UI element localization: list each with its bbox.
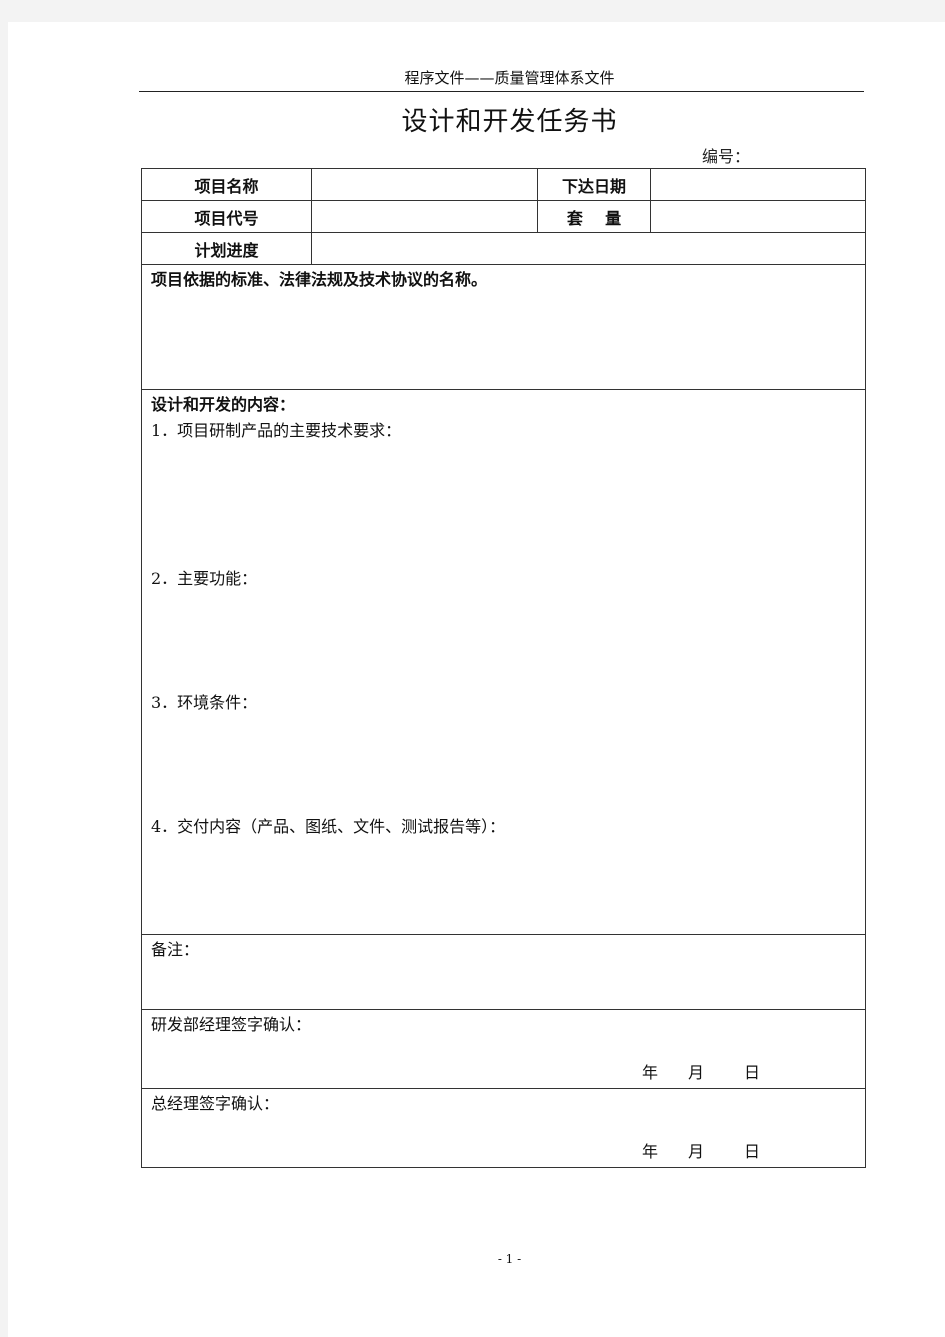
project-name-label: 项目名称 <box>141 168 312 201</box>
project-name-cell[interactable] <box>311 168 538 201</box>
row-project-code: 项目代号 套 量 <box>141 200 866 233</box>
content-item-environment: 3．环境条件： <box>151 693 258 712</box>
date-month-label: 月 <box>687 1142 704 1161</box>
project-name-input[interactable] <box>312 171 537 188</box>
rd-manager-sign-label: 研发部经理签字确认： <box>151 1015 312 1034</box>
quantity-input[interactable] <box>651 203 865 220</box>
schedule-label: 计划进度 <box>141 232 312 265</box>
row-schedule: 计划进度 <box>141 232 866 265</box>
date-month-label: 月 <box>687 1063 704 1082</box>
remarks-label: 备注： <box>151 940 200 959</box>
row-project-name: 项目名称 下达日期 <box>141 168 866 201</box>
page-number: - 1 - <box>497 1252 522 1266</box>
content-heading: 设计和开发的内容： <box>151 395 296 414</box>
project-code-label: 项目代号 <box>141 200 312 233</box>
header-rule <box>139 91 864 92</box>
row-gm-sign: 总经理签字确认： 年 月 日 <box>141 1088 866 1168</box>
document-title: 设计和开发任务书 <box>401 107 618 137</box>
issue-date-cell[interactable] <box>650 168 866 201</box>
row-remarks: 备注： <box>141 934 866 1010</box>
gm-sign-label: 总经理签字确认： <box>151 1094 280 1113</box>
row-rd-manager-sign: 研发部经理签字确认： 年 月 日 <box>141 1009 866 1089</box>
content-item-tech-requirements: 1．项目研制产品的主要技术要求： <box>151 421 402 440</box>
content-cell[interactable]: 设计和开发的内容： 1．项目研制产品的主要技术要求： 2．主要功能： 3．环境条… <box>141 389 866 935</box>
running-header: 程序文件——质量管理体系文件 <box>404 69 615 87</box>
quantity-cell[interactable] <box>650 200 866 233</box>
date-year-label: 年 <box>641 1142 658 1161</box>
schedule-cell[interactable] <box>311 232 866 265</box>
schedule-input[interactable] <box>312 235 865 252</box>
gm-date: 年 月 日 <box>151 1139 856 1165</box>
gm-sign-cell[interactable]: 总经理签字确认： 年 月 日 <box>141 1088 866 1168</box>
issue-date-input[interactable] <box>651 171 865 188</box>
issue-date-label: 下达日期 <box>537 168 651 201</box>
rd-manager-sign-cell[interactable]: 研发部经理签字确认： 年 月 日 <box>141 1009 866 1089</box>
content-item-main-functions: 2．主要功能： <box>151 569 258 588</box>
document-number-label: 编号： <box>702 147 751 166</box>
standards-cell[interactable]: 项目依据的标准、法律法规及技术协议的名称。 <box>141 264 866 390</box>
date-day-label: 日 <box>743 1142 760 1161</box>
remarks-cell[interactable]: 备注： <box>141 934 866 1010</box>
project-code-cell[interactable] <box>311 200 538 233</box>
row-standards: 项目依据的标准、法律法规及技术协议的名称。 <box>141 264 866 390</box>
document-page: 程序文件——质量管理体系文件 设计和开发任务书 编号： 项目名称 下达日期 项目… <box>8 22 945 1337</box>
content-item-deliverables: 4．交付内容（产品、图纸、文件、测试报告等）： <box>151 817 506 836</box>
row-content: 设计和开发的内容： 1．项目研制产品的主要技术要求： 2．主要功能： 3．环境条… <box>141 389 866 935</box>
rd-manager-date: 年 月 日 <box>151 1060 856 1086</box>
date-day-label: 日 <box>743 1063 760 1082</box>
project-code-input[interactable] <box>312 203 537 220</box>
task-form-table: 项目名称 下达日期 项目代号 套 量 计划进度 项目依据的标准、法律法规及技术协… <box>141 168 866 1168</box>
standards-label: 项目依据的标准、法律法规及技术协议的名称。 <box>151 270 488 289</box>
quantity-label: 套 量 <box>537 200 651 233</box>
date-year-label: 年 <box>641 1063 658 1082</box>
